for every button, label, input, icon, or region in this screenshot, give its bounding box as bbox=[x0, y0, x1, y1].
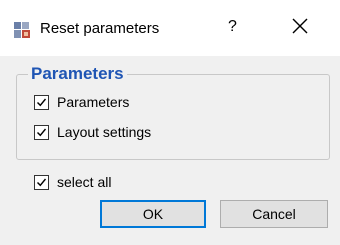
help-button[interactable]: ? bbox=[228, 18, 237, 36]
checkbox-label: select all bbox=[57, 174, 112, 190]
checkbox-box[interactable] bbox=[34, 174, 49, 190]
layout-settings-checkbox[interactable]: Layout settings bbox=[34, 124, 151, 140]
cancel-button[interactable]: Cancel bbox=[220, 200, 328, 228]
window-title: Reset parameters bbox=[40, 20, 160, 37]
checkbox-label: Parameters bbox=[57, 94, 130, 110]
checkbox-label: Layout settings bbox=[57, 124, 152, 140]
parameters-checkbox[interactable]: Parameters bbox=[34, 94, 129, 110]
title-bar: Reset parameters ? bbox=[0, 0, 340, 56]
group-title: Parameters bbox=[28, 64, 127, 84]
reset-app-icon bbox=[12, 20, 32, 40]
checkbox-box[interactable] bbox=[34, 94, 49, 110]
select-all-checkbox[interactable]: select all bbox=[34, 174, 111, 190]
checkbox-box[interactable] bbox=[34, 124, 49, 140]
ok-button[interactable]: OK bbox=[100, 200, 206, 228]
close-icon[interactable] bbox=[290, 16, 310, 36]
parameters-group bbox=[16, 74, 330, 160]
